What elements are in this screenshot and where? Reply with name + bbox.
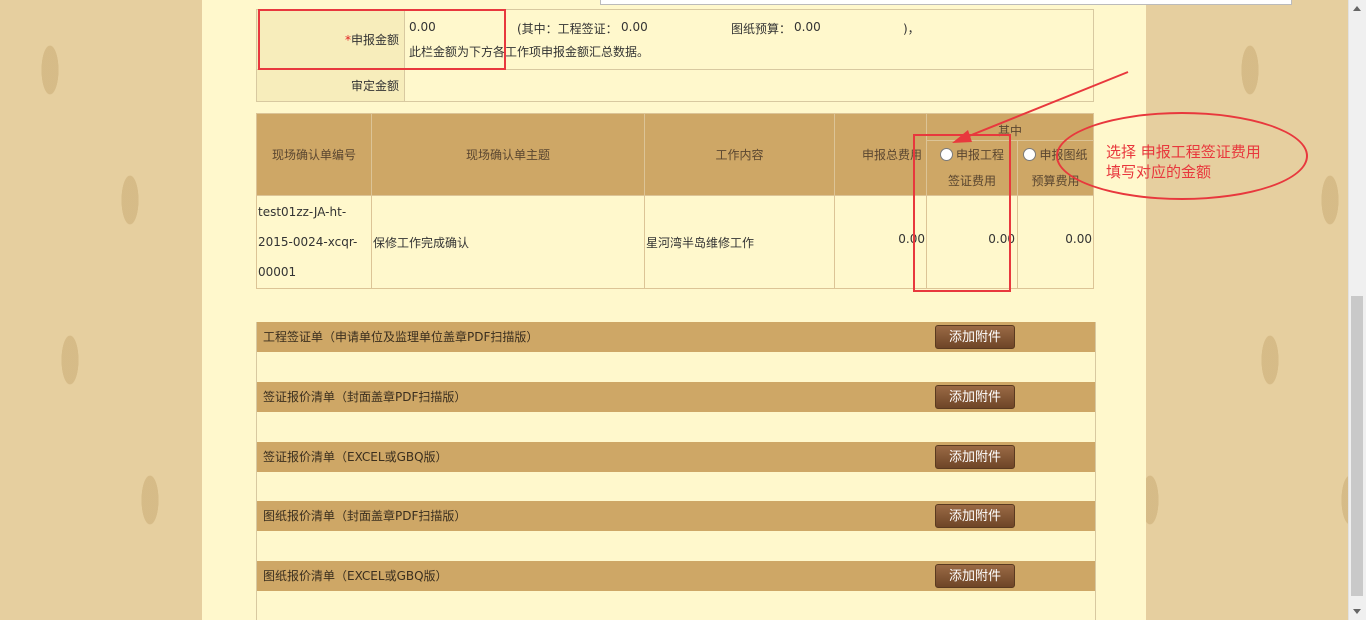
scroll-up-icon[interactable] (1353, 6, 1361, 11)
scroll-down-icon[interactable] (1353, 609, 1361, 614)
vertical-scrollbar[interactable] (1348, 0, 1366, 620)
annotation-arrow (952, 71, 1129, 143)
scroll-thumb[interactable] (1351, 296, 1363, 596)
